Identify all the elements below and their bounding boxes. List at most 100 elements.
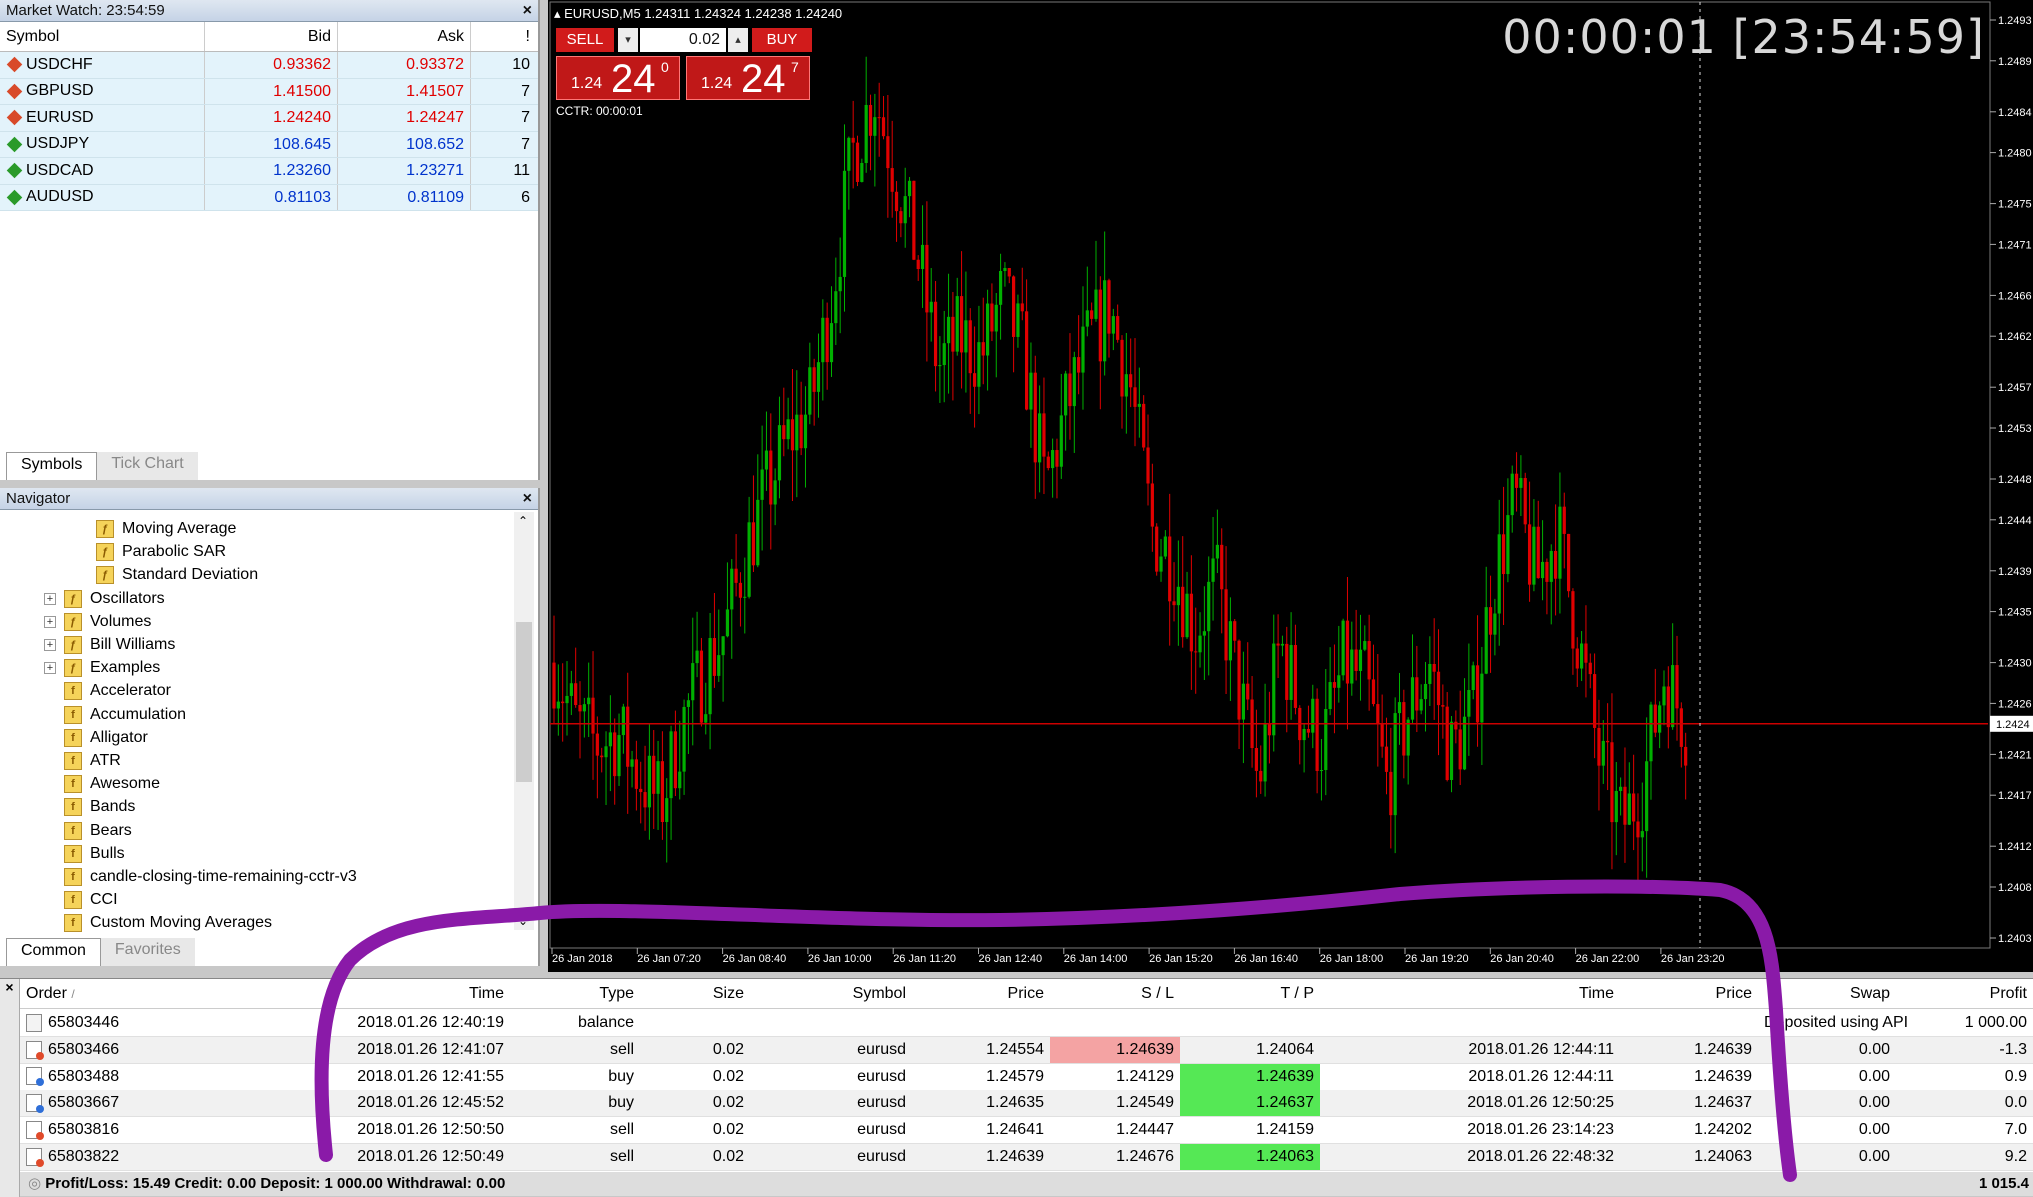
navigator-item[interactable]: f CCI xyxy=(44,889,118,911)
cell-sl: 1.24639 xyxy=(1050,1036,1180,1063)
symbol-row[interactable]: EURUSD 1.24240 1.24247 7 xyxy=(0,105,538,132)
navigator-item[interactable]: f Bulls xyxy=(44,843,125,865)
candle-body xyxy=(1215,544,1219,559)
order-row[interactable]: 65803446 2018.01.26 12:40:19 balance Deposi… xyxy=(20,1010,2033,1037)
col-symbol[interactable]: Symbol xyxy=(750,979,912,1009)
col-spread[interactable]: ! xyxy=(471,22,536,51)
spread-value: 10 xyxy=(512,56,530,73)
tab-common[interactable]: Common xyxy=(6,938,101,966)
navigator-item[interactable]: f Custom Moving Averages xyxy=(44,912,272,934)
symbol-row[interactable]: USDCHF 0.93362 0.93372 10 xyxy=(0,52,538,79)
candle-body xyxy=(1384,746,1389,772)
symbol-row[interactable]: AUDUSD 0.81103 0.81109 6 xyxy=(0,184,538,211)
tick-up-icon xyxy=(6,136,23,153)
col-time[interactable]: Time xyxy=(200,979,510,1009)
order-row[interactable]: 65803466 2018.01.26 12:41:07 sell 0.02 eurus… xyxy=(20,1036,2033,1064)
candle-body xyxy=(1133,387,1137,407)
scroll-thumb[interactable] xyxy=(516,622,532,782)
navigator-item[interactable]: f Alligator xyxy=(44,727,148,749)
navigator-item[interactable]: ƒ Moving Average xyxy=(96,518,236,540)
navigator-item[interactable]: f Bears xyxy=(44,820,132,842)
candle-body xyxy=(977,342,981,387)
candle-body xyxy=(1038,413,1042,463)
order-row[interactable]: 65803667 2018.01.26 12:45:52 buy 0.02 eurusd… xyxy=(20,1090,2033,1118)
col-swap[interactable]: Swap xyxy=(1758,979,1896,1009)
col-symbol[interactable]: Symbol xyxy=(0,22,205,51)
col-profit[interactable]: Profit xyxy=(1896,979,2033,1009)
candle-body xyxy=(1220,544,1224,590)
col-order[interactable]: Order / xyxy=(20,979,200,1009)
navigator-item[interactable]: + ƒ Examples xyxy=(44,657,160,679)
candle-body xyxy=(1415,677,1419,711)
candle-body xyxy=(1150,483,1154,527)
candle-body xyxy=(552,662,556,709)
expand-icon[interactable]: + xyxy=(44,592,56,605)
col-close-time[interactable]: Time xyxy=(1320,979,1620,1009)
candle-body xyxy=(1311,698,1315,733)
navigator-item[interactable]: + ƒ Bill Williams xyxy=(44,634,175,656)
candle-body xyxy=(1393,713,1397,816)
col-close-price[interactable]: Price xyxy=(1620,979,1758,1009)
lot-increase-icon[interactable]: ▴ xyxy=(728,28,748,52)
close-icon[interactable]: × xyxy=(0,979,19,995)
candle-body xyxy=(1566,533,1571,592)
symbol-row[interactable]: USDJPY 108.645 108.652 7 xyxy=(0,131,538,158)
navigator-item[interactable]: + ƒ Volumes xyxy=(44,611,151,633)
indicator-icon: f xyxy=(64,682,82,701)
navigator-item[interactable]: + ƒ Oscillators xyxy=(44,588,165,610)
symbol-ohlc-text: EURUSD,M5 1.24311 1.24324 1.24238 1.2424… xyxy=(564,6,843,21)
col-price[interactable]: Price xyxy=(912,979,1050,1009)
sell-price-quote[interactable]: 1.24 24 0 xyxy=(556,56,680,101)
col-type[interactable]: Type xyxy=(510,979,640,1009)
col-tp[interactable]: T / P xyxy=(1180,979,1320,1009)
order-row[interactable]: 65803822 2018.01.26 12:50:49 sell 0.02 eurus… xyxy=(20,1144,2033,1171)
candle-body xyxy=(1176,586,1180,606)
price-chart[interactable]: 1.2493 1.2489 1.2484 1.2480 1.2475 1.2471 1.24… xyxy=(548,0,2033,972)
navigator-scrollbar[interactable]: ⌃ ⌄ xyxy=(514,512,534,930)
expand-icon[interactable]: + xyxy=(44,615,56,628)
cell-symbol: eurusd xyxy=(857,1094,906,1112)
navigator-item[interactable]: f Awesome xyxy=(44,773,160,795)
navigator-item[interactable]: ƒ Standard Deviation xyxy=(96,564,258,586)
close-icon[interactable]: × xyxy=(523,0,532,22)
candle-body xyxy=(626,706,630,767)
candle-body xyxy=(743,596,747,598)
cell-ctime: 2018.01.26 23:14:23 xyxy=(1467,1121,1614,1139)
lot-decrease-icon[interactable]: ▾ xyxy=(618,28,638,52)
candle-body xyxy=(578,705,582,712)
tab-tick-chart[interactable]: Tick Chart xyxy=(97,452,198,480)
navigator-item[interactable]: f candle-closing-time-remaining-cctr-v3 xyxy=(44,866,357,888)
time-tick-label: 26 Jan 19:20 xyxy=(1405,953,1469,965)
close-icon[interactable]: × xyxy=(523,488,532,510)
buy-price-quote[interactable]: 1.24 24 7 xyxy=(686,56,810,101)
lot-size-input[interactable]: 0.02 xyxy=(640,28,726,52)
candle-body xyxy=(1059,415,1063,467)
col-size[interactable]: Size xyxy=(640,979,750,1009)
candle-body xyxy=(985,303,990,356)
col-ask[interactable]: Ask xyxy=(338,22,471,51)
order-row[interactable]: 65803816 2018.01.26 12:50:50 sell 0.02 eurus… xyxy=(20,1117,2033,1145)
expand-icon[interactable]: + xyxy=(44,639,56,651)
candle-body xyxy=(673,731,678,789)
expand-icon[interactable]: + xyxy=(44,662,56,675)
scroll-up-icon[interactable]: ⌃ xyxy=(518,514,528,528)
symbol-row[interactable]: USDCAD 1.23260 1.23271 11 xyxy=(0,158,538,185)
buy-button[interactable]: BUY xyxy=(752,28,812,52)
candle-body xyxy=(938,365,942,367)
sell-button[interactable]: SELL xyxy=(556,28,614,52)
navigator-item-label: Oscillators xyxy=(90,589,165,607)
navigator-item[interactable]: f ATR xyxy=(44,750,121,772)
navigator-item[interactable]: ƒ Parabolic SAR xyxy=(96,541,226,563)
navigator-item[interactable]: f Accelerator xyxy=(44,680,171,702)
order-row[interactable]: 65803488 2018.01.26 12:41:55 buy 0.02 eurusd… xyxy=(20,1063,2033,1091)
time-tick-label: 26 Jan 22:00 xyxy=(1576,953,1640,965)
scroll-down-icon[interactable]: ⌄ xyxy=(518,914,528,928)
col-bid[interactable]: Bid xyxy=(205,22,338,51)
tab-favorites[interactable]: Favorites xyxy=(100,938,195,966)
col-sl[interactable]: S / L xyxy=(1050,979,1180,1009)
navigator-item[interactable]: f Bands xyxy=(44,796,135,818)
tab-symbols[interactable]: Symbols xyxy=(6,452,98,480)
symbol-row[interactable]: GBPUSD 1.41500 1.41507 7 xyxy=(0,78,538,105)
navigator-item[interactable]: f Accumulation xyxy=(44,704,186,726)
candle-body xyxy=(1389,771,1393,816)
